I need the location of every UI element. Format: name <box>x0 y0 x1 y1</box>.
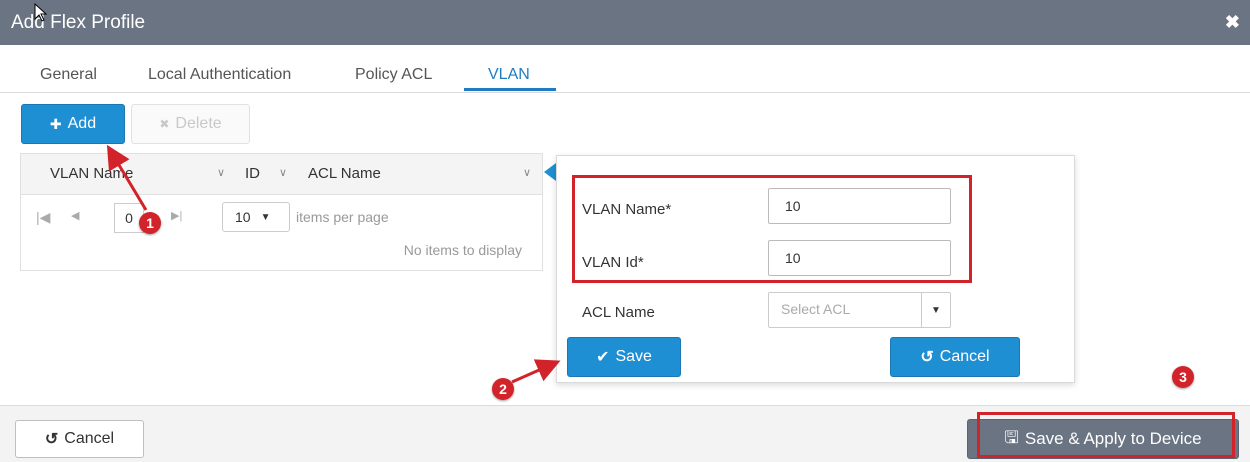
empty-grid-message: No items to display <box>403 242 522 258</box>
add-button-label: Add <box>67 115 97 132</box>
panel-pointer <box>544 163 556 181</box>
highlight-box-vlan-fields <box>572 175 972 283</box>
acl-name-select[interactable]: Select ACL ▼ <box>768 292 951 328</box>
mouse-cursor-icon <box>34 3 48 22</box>
close-icon[interactable]: ✖ <box>1225 12 1240 33</box>
column-header-id[interactable]: ID <box>245 165 260 182</box>
caret-down-icon: ▼ <box>260 211 271 223</box>
first-page-icon[interactable]: |◀ <box>36 209 50 226</box>
step-badge-1: 1 <box>139 212 161 234</box>
delete-button-label: Delete <box>175 115 222 132</box>
active-tab-indicator <box>464 88 556 91</box>
delete-button[interactable]: ✖ Delete <box>131 104 250 144</box>
tab-policy-acl[interactable]: Policy ACL <box>355 66 432 84</box>
cancel-button[interactable]: ↺ Cancel <box>15 420 144 458</box>
annotation-arrow-2 <box>511 359 561 384</box>
tab-bar: General Local Authentication Policy ACL … <box>0 60 1250 93</box>
chevron-down-icon[interactable]: ∨ <box>523 166 531 179</box>
tab-vlan[interactable]: VLAN <box>488 66 530 84</box>
undo-icon: ↺ <box>920 349 934 366</box>
chevron-down-icon[interactable]: ∨ <box>279 166 287 179</box>
grid-header: VLAN Name ∨ ID ∨ ACL Name ∨ <box>21 154 542 195</box>
items-per-page-value: 10 <box>235 209 251 225</box>
items-per-page-select[interactable]: 10 ▼ <box>222 202 290 232</box>
check-icon: ✔ <box>596 349 610 366</box>
add-button[interactable]: ✚ Add <box>21 104 125 144</box>
cancel-button-label: Cancel <box>64 430 115 447</box>
save-button-label: Save <box>615 348 652 365</box>
panel-cancel-button[interactable]: ↺ Cancel <box>890 337 1020 377</box>
vlan-grid: VLAN Name ∨ ID ∨ ACL Name ∨ |◀ ◀ 0 ▶ ▶| … <box>20 153 543 271</box>
items-per-page-label: items per page <box>296 209 389 225</box>
plus-icon: ✚ <box>49 115 62 132</box>
x-icon: ✖ <box>159 117 170 131</box>
step-badge-2: 2 <box>492 378 514 400</box>
tab-local-authentication[interactable]: Local Authentication <box>148 66 291 84</box>
caret-down-icon[interactable]: ▼ <box>921 293 950 327</box>
dialog-title-bar: Add Flex Profile ✖ <box>0 0 1250 45</box>
acl-name-placeholder: Select ACL <box>781 301 851 317</box>
column-header-acl-name[interactable]: ACL Name <box>308 165 381 182</box>
dialog-title: Add Flex Profile <box>11 12 146 33</box>
last-page-icon[interactable]: ▶| <box>171 209 182 222</box>
chevron-down-icon[interactable]: ∨ <box>217 166 225 179</box>
undo-icon: ↺ <box>44 431 59 448</box>
acl-name-label: ACL Name <box>582 304 655 321</box>
panel-cancel-label: Cancel <box>939 348 990 365</box>
column-header-vlan-name[interactable]: VLAN Name <box>50 165 133 182</box>
highlight-box-apply <box>977 412 1235 458</box>
tab-general[interactable]: General <box>40 66 97 84</box>
step-badge-3: 3 <box>1172 366 1194 388</box>
save-button[interactable]: ✔ Save <box>567 337 681 377</box>
prev-page-icon[interactable]: ◀ <box>71 209 79 222</box>
